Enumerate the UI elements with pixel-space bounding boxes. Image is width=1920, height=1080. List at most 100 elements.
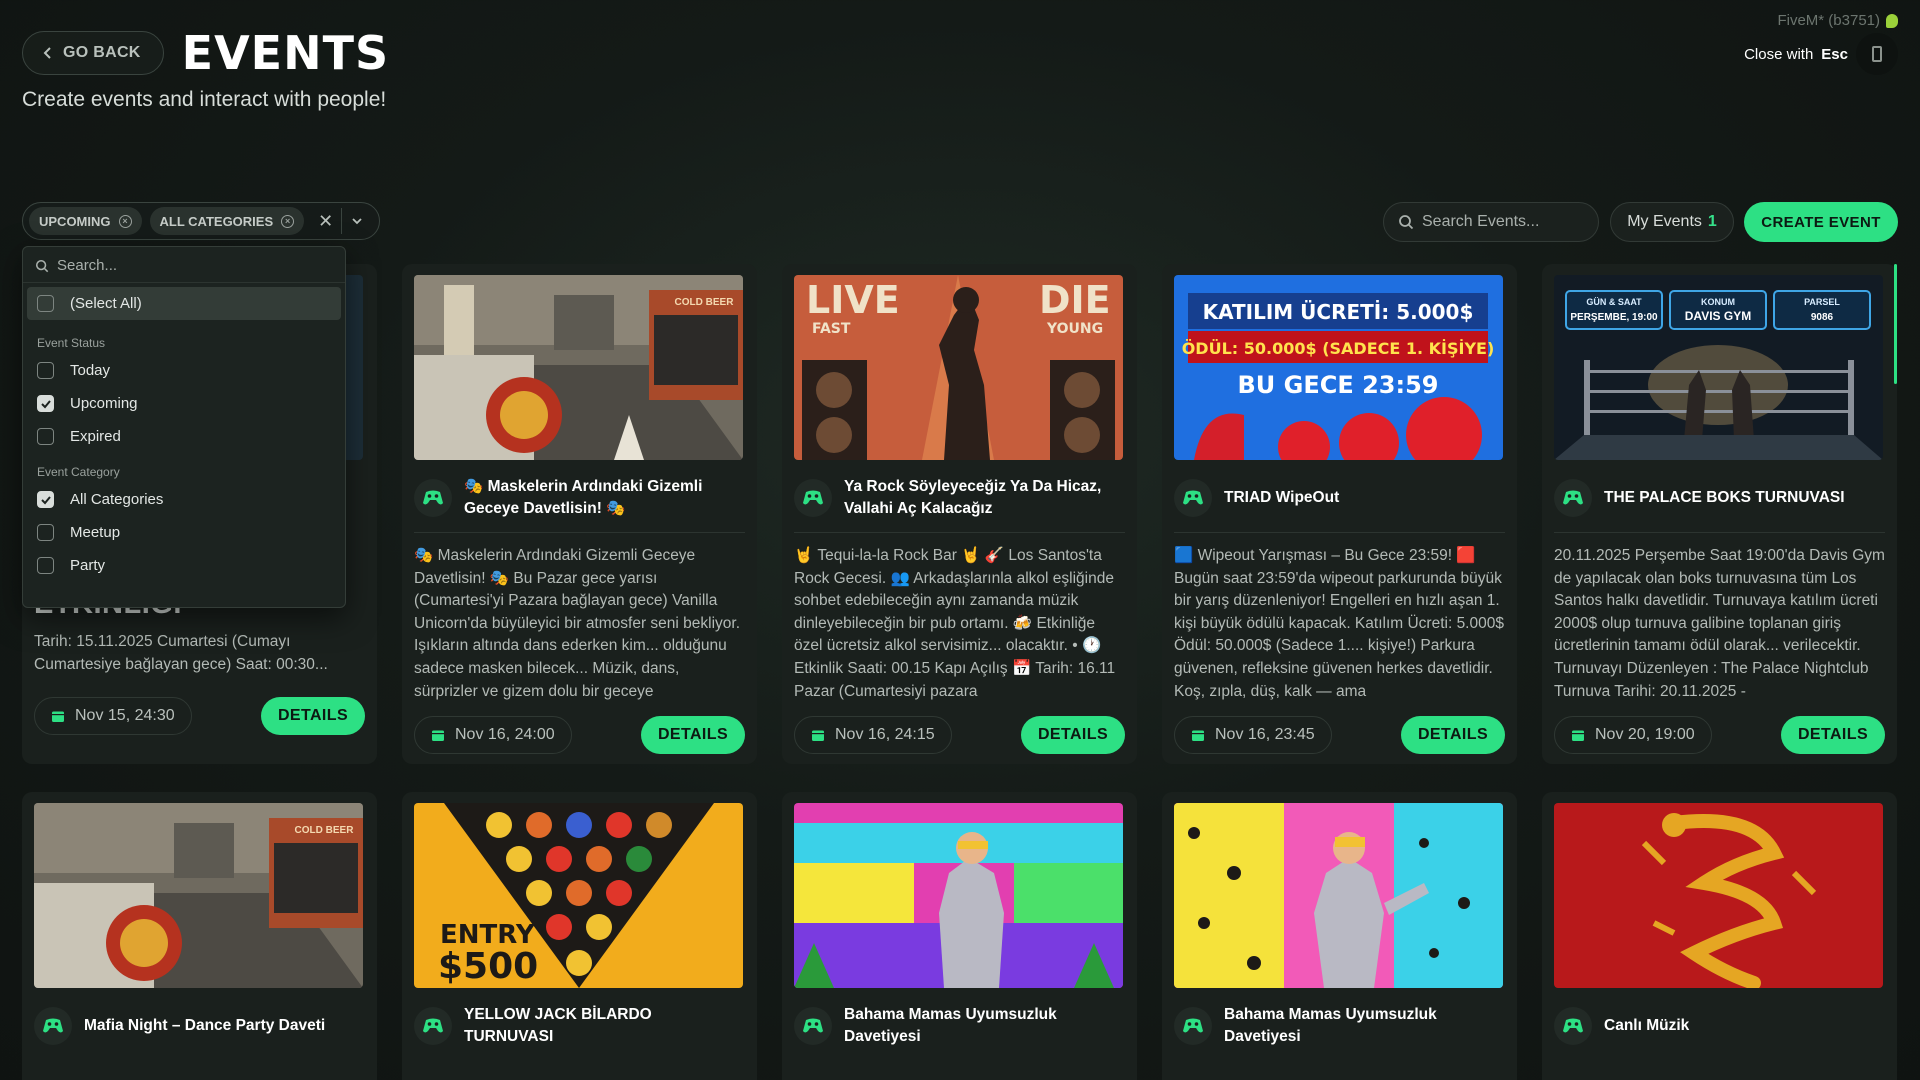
poster-fee-text: KATILIM ÜCRETİ: 5.000$: [1203, 300, 1474, 324]
event-title: Ya Rock Söyleyeceğiz Ya Da Hicaz, Vallah…: [844, 478, 1102, 517]
go-back-button[interactable]: GO BACK: [22, 31, 164, 75]
event-description: 🎭 Maskelerin Ardındaki Gizemli Geceye Da…: [414, 547, 741, 700]
checkbox[interactable]: [37, 557, 54, 574]
close-button[interactable]: [1856, 33, 1898, 75]
details-button[interactable]: DETAILS: [1021, 716, 1125, 754]
event-card[interactable]: LIVE FAST DIE YOUNG Ya Rock Söyleyeceğiz…: [782, 264, 1137, 764]
build-label: FiveM* (b3751): [1744, 12, 1898, 29]
cold-beer-sign: COLD BEER: [295, 825, 355, 836]
event-card[interactable]: Canlı Müzik: [1542, 792, 1897, 1080]
event-image: [1554, 803, 1883, 988]
fivem-logo-icon: [1886, 13, 1898, 28]
event-card[interactable]: COLD BEER Mafia Night – Dance Party Dave…: [22, 792, 377, 1080]
event-title: THE PALACE BOKS TURNUVASI: [1604, 489, 1845, 506]
remove-chip-icon[interactable]: ×: [281, 214, 295, 228]
gamepad-icon: [794, 479, 832, 517]
check-icon: [40, 399, 51, 408]
checkbox[interactable]: [37, 362, 54, 379]
gamepad-icon: [1174, 479, 1212, 517]
divider: [1554, 532, 1885, 533]
search-events-input[interactable]: Search Events...: [1383, 202, 1599, 242]
poster-prize-text: ÖDÜL: 50.000$ (SADECE 1. KİŞİYE): [1182, 339, 1495, 358]
event-card[interactable]: KATILIM ÜCRETİ: 5.000$ ÖDÜL: 50.000$ (SA…: [1162, 264, 1517, 764]
page-title: EVENTS: [181, 26, 390, 80]
chevron-left-icon: [43, 47, 51, 59]
my-events-count: 1: [1707, 213, 1717, 230]
event-image: COLD BEER: [34, 803, 363, 988]
gamepad-icon: [414, 479, 452, 517]
group-label-status: Event Status: [37, 336, 106, 350]
poster-text-live: LIVE: [806, 278, 900, 322]
details-button[interactable]: DETAILS: [261, 697, 365, 735]
event-title: YELLOW JACK BİLARDO TURNUVASI: [464, 1006, 652, 1045]
scrollbar[interactable]: [1894, 264, 1897, 384]
chevron-down-icon[interactable]: [350, 214, 364, 228]
gamepad-icon: [1554, 479, 1592, 517]
go-back-label: GO BACK: [63, 44, 141, 61]
checkbox[interactable]: [37, 428, 54, 445]
option-upcoming[interactable]: Upcoming: [23, 387, 345, 420]
option-meetup[interactable]: Meetup: [23, 516, 345, 549]
event-description: Tarih: 15.11.2025 Cumartesi (Cumayı Cuma…: [34, 633, 328, 673]
clear-filters-icon[interactable]: ✕: [318, 211, 333, 232]
details-button[interactable]: DETAILS: [1401, 716, 1505, 754]
event-title: Bahama Mamas Uyumsuzluk Davetiyesi: [1224, 1006, 1437, 1045]
event-card[interactable]: COLD BEER 🎭 Maskelerin Ardındaki Gizemli…: [402, 264, 757, 764]
event-card[interactable]: Bahama Mamas Uyumsuzluk Davetiyesi: [782, 792, 1137, 1080]
poster-value: DAVIS GYM: [1685, 309, 1751, 323]
event-description: 20.11.2025 Perşembe Saat 19:00'da Davis …: [1554, 547, 1885, 700]
event-image: [1174, 803, 1503, 988]
create-event-button[interactable]: CREATE EVENT: [1744, 202, 1898, 242]
poster-label: PARSEL: [1804, 297, 1840, 307]
event-title: TRIAD WipeOut: [1224, 489, 1340, 506]
gamepad-icon: [1174, 1007, 1212, 1045]
filter-dropdown[interactable]: Search... (Select All) Event Status Toda…: [22, 246, 346, 608]
option-party[interactable]: Party: [23, 549, 345, 582]
page-subtitle: Create events and interact with people!: [22, 88, 387, 111]
gamepad-icon: [794, 1007, 832, 1045]
event-date: Nov 20, 19:00: [1554, 716, 1712, 754]
door-icon: [1872, 46, 1882, 62]
search-icon: [1399, 215, 1414, 230]
calendar-icon: [52, 711, 64, 722]
remove-chip-icon[interactable]: ×: [118, 214, 132, 228]
dropdown-search-input[interactable]: Search...: [23, 249, 345, 283]
my-events-button[interactable]: My Events 1: [1610, 202, 1734, 242]
event-card[interactable]: Bahama Mamas Uyumsuzluk Davetiyesi: [1162, 792, 1517, 1080]
close-hint: Close with Esc: [1744, 33, 1898, 75]
search-icon: [35, 259, 49, 272]
checkbox-checked[interactable]: [37, 491, 54, 508]
option-today[interactable]: Today: [23, 354, 345, 387]
details-button[interactable]: DETAILS: [1781, 716, 1885, 754]
poster-label: KONUM: [1701, 297, 1735, 307]
event-card[interactable]: GÜN & SAAT PERŞEMBE, 19:00 KONUM DAVIS G…: [1542, 264, 1897, 764]
top-bar: GO BACK EVENTS: [22, 26, 389, 80]
filter-bar[interactable]: UPCOMING × ALL CATEGORIES × ✕: [22, 202, 380, 240]
event-date: Nov 16, 23:45: [1174, 716, 1332, 754]
event-description: 🤘 Tequi-la-la Rock Bar 🤘 🎸 Los Santos'ta…: [794, 547, 1116, 700]
event-image: KATILIM ÜCRETİ: 5.000$ ÖDÜL: 50.000$ (SA…: [1174, 275, 1503, 460]
category-filter-chip[interactable]: ALL CATEGORIES ×: [149, 207, 305, 235]
event-date: Nov 16, 24:15: [794, 716, 952, 754]
status-filter-chip[interactable]: UPCOMING ×: [29, 207, 142, 235]
option-expired[interactable]: Expired: [23, 420, 345, 453]
details-button[interactable]: DETAILS: [641, 716, 745, 754]
checkbox[interactable]: [37, 295, 54, 312]
divider: [414, 532, 745, 533]
event-image: ENTRY $500: [414, 803, 743, 988]
poster-text-fast: FAST: [812, 321, 851, 337]
event-card[interactable]: ENTRY $500 YELLOW JACK BİLARDO TURNUVASI: [402, 792, 757, 1080]
poster-text-die: DIE: [1039, 278, 1111, 322]
gamepad-icon: [414, 1007, 452, 1045]
event-image: LIVE FAST DIE YOUNG: [794, 275, 1123, 460]
event-image: [794, 803, 1123, 988]
select-all-option[interactable]: (Select All): [27, 287, 341, 320]
option-all-categories[interactable]: All Categories: [23, 483, 345, 516]
checkbox-checked[interactable]: [37, 395, 54, 412]
event-title: 🎭 Maskelerin Ardındaki Gizemli Geceye Da…: [464, 478, 703, 517]
poster-label: GÜN & SAAT: [1586, 297, 1642, 307]
checkbox[interactable]: [37, 524, 54, 541]
system-info: FiveM* (b3751) Close with Esc: [1744, 12, 1898, 75]
event-title: Mafia Night – Dance Party Daveti: [84, 1017, 326, 1034]
poster-amount-text: $500: [438, 946, 538, 987]
